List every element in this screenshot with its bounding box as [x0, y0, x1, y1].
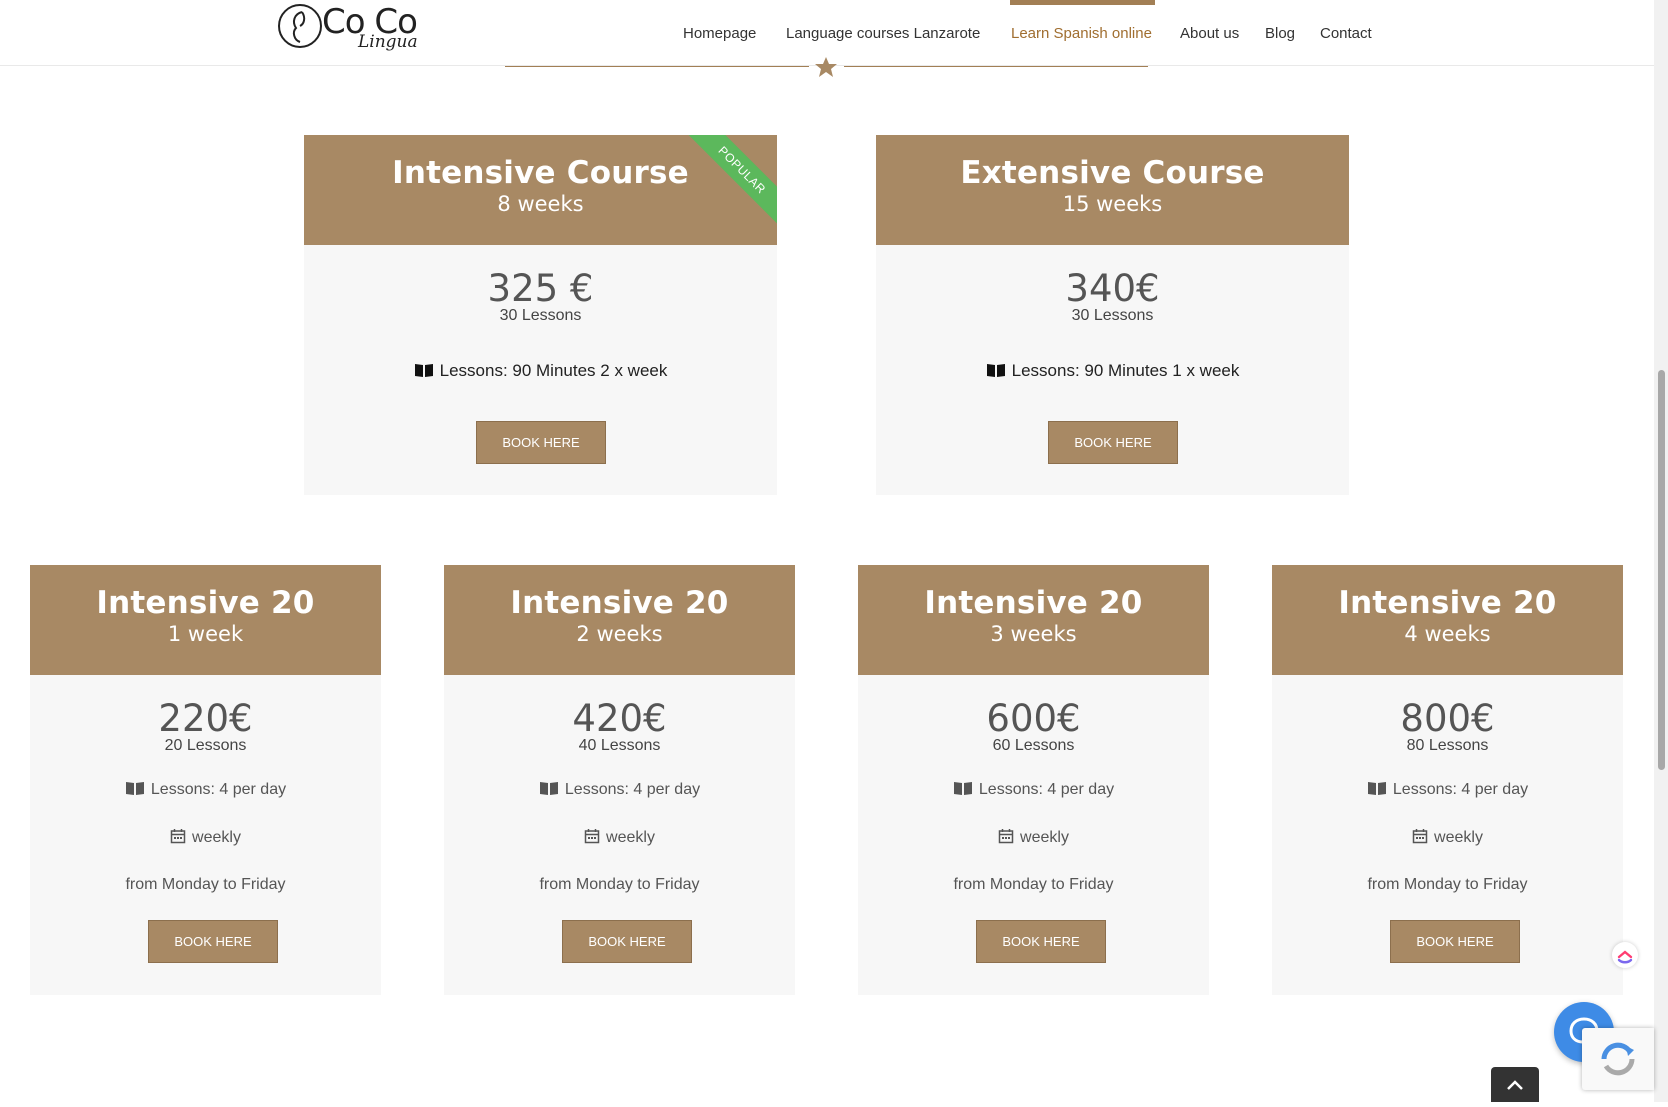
nav-contact[interactable]: Contact	[1320, 25, 1372, 42]
nav-language-courses-lanzarote[interactable]: Language courses Lanzarote	[786, 25, 980, 42]
course-title: Intensive 20	[96, 585, 315, 621]
course-duration: 1 week	[167, 622, 244, 646]
course-feature: Lessons: 90 Minutes 2 x week	[304, 361, 777, 381]
calendar-icon	[998, 829, 1014, 844]
course-feature: Lessons: 4 per day	[1272, 780, 1623, 799]
course-price: 325 €	[487, 267, 594, 310]
star-icon	[815, 57, 837, 77]
course-lessons: 60 Lessons	[992, 737, 1075, 754]
book-here-button[interactable]: BOOK HERE	[562, 920, 692, 963]
course-days: from Monday to Friday	[953, 876, 1114, 893]
course-feature-text: Lessons: 90 Minutes 2 x week	[439, 361, 668, 380]
scrollbar-thumb[interactable]	[1658, 370, 1665, 770]
book-icon	[539, 782, 558, 795]
course-schedule-text: weekly	[1434, 829, 1483, 846]
course-price: 420€	[572, 697, 667, 740]
course-feature-text: Lessons: 4 per day	[978, 781, 1115, 798]
nav-active-indicator	[1010, 0, 1155, 5]
course-schedule: weekly	[30, 828, 381, 847]
course-card-intensive-20-2: Intensive 20 2 weeks 420€ 40 Lessons Les…	[444, 565, 795, 995]
book-here-button[interactable]: BOOK HERE	[1390, 920, 1520, 963]
course-schedule: weekly	[858, 828, 1209, 847]
course-title: Intensive Course	[392, 155, 689, 191]
course-duration: 4 weeks	[1404, 622, 1491, 646]
course-title: Extensive Course	[960, 155, 1265, 191]
course-card-extensive: Extensive Course 15 weeks 340€ 30 Lesson…	[876, 135, 1349, 495]
course-duration: 15 weeks	[1062, 192, 1163, 216]
course-card-header: Extensive Course 15 weeks	[876, 135, 1349, 245]
clickup-icon[interactable]	[1612, 942, 1638, 968]
section-divider-right	[844, 66, 1148, 67]
course-lessons: 30 Lessons	[499, 307, 582, 324]
book-icon	[414, 364, 433, 377]
course-card-header: Intensive Course 8 weeks POPULAR	[304, 135, 777, 245]
course-lessons: 30 Lessons	[1071, 307, 1154, 324]
course-days: from Monday to Friday	[1367, 876, 1528, 893]
course-schedule-text: weekly	[1020, 829, 1069, 846]
course-schedule: weekly	[1272, 828, 1623, 847]
course-card-header: Intensive 20 3 weeks	[858, 565, 1209, 675]
course-schedule-text: weekly	[192, 829, 241, 846]
course-feature-text: Lessons: 4 per day	[1392, 781, 1529, 798]
course-card-header: Intensive 20 2 weeks	[444, 565, 795, 675]
calendar-icon	[1412, 829, 1428, 844]
nav-homepage[interactable]: Homepage	[683, 25, 756, 42]
book-icon	[986, 364, 1005, 377]
calendar-icon	[170, 829, 186, 844]
course-feature: Lessons: 4 per day	[444, 780, 795, 799]
course-feature-text: Lessons: 4 per day	[150, 781, 287, 798]
book-icon	[125, 782, 144, 795]
nav-learn-spanish-online[interactable]: Learn Spanish online	[1011, 25, 1152, 42]
course-card-intensive: Intensive Course 8 weeks POPULAR 325 € 3…	[304, 135, 777, 495]
course-price: 340€	[1065, 267, 1160, 310]
course-schedule-text: weekly	[606, 829, 655, 846]
book-icon	[953, 782, 972, 795]
recaptcha-icon[interactable]	[1582, 1028, 1654, 1090]
course-title: Intensive 20	[1338, 585, 1557, 621]
course-duration: 2 weeks	[576, 622, 663, 646]
course-card-intensive-20-4: Intensive 20 4 weeks 800€ 80 Lessons Les…	[1272, 565, 1623, 995]
course-card-header: Intensive 20 1 week	[30, 565, 381, 675]
course-feature-text: Lessons: 90 Minutes 1 x week	[1011, 361, 1240, 380]
book-here-button[interactable]: BOOK HERE	[1048, 421, 1178, 464]
book-here-button[interactable]: BOOK HERE	[148, 920, 278, 963]
course-title: Intensive 20	[510, 585, 729, 621]
course-days: from Monday to Friday	[539, 876, 700, 893]
book-here-button[interactable]: BOOK HERE	[976, 920, 1106, 963]
course-days: from Monday to Friday	[125, 876, 286, 893]
course-card-header: Intensive 20 4 weeks	[1272, 565, 1623, 675]
course-feature: Lessons: 4 per day	[858, 780, 1209, 799]
course-price: 600€	[986, 697, 1081, 740]
course-feature: Lessons: 90 Minutes 1 x week	[876, 361, 1349, 381]
course-card-intensive-20-1: Intensive 20 1 week 220€ 20 Lessons Less…	[30, 565, 381, 995]
book-here-button[interactable]: BOOK HERE	[476, 421, 606, 464]
nav-blog[interactable]: Blog	[1265, 25, 1295, 42]
book-icon	[1367, 782, 1386, 795]
course-feature: Lessons: 4 per day	[30, 780, 381, 799]
nav-about-us[interactable]: About us	[1180, 25, 1239, 42]
course-lessons: 80 Lessons	[1406, 737, 1489, 754]
calendar-icon	[584, 829, 600, 844]
course-price: 220€	[158, 697, 253, 740]
course-lessons: 20 Lessons	[164, 737, 247, 754]
course-card-intensive-20-3: Intensive 20 3 weeks 600€ 60 Lessons Les…	[858, 565, 1209, 995]
course-duration: 8 weeks	[497, 192, 584, 216]
course-lessons: 40 Lessons	[578, 737, 661, 754]
course-duration: 3 weeks	[990, 622, 1077, 646]
course-feature-text: Lessons: 4 per day	[564, 781, 701, 798]
course-schedule: weekly	[444, 828, 795, 847]
course-price: 800€	[1400, 697, 1495, 740]
chevron-up-icon[interactable]	[1491, 1067, 1539, 1102]
section-divider-left	[505, 66, 809, 67]
course-title: Intensive 20	[924, 585, 1143, 621]
